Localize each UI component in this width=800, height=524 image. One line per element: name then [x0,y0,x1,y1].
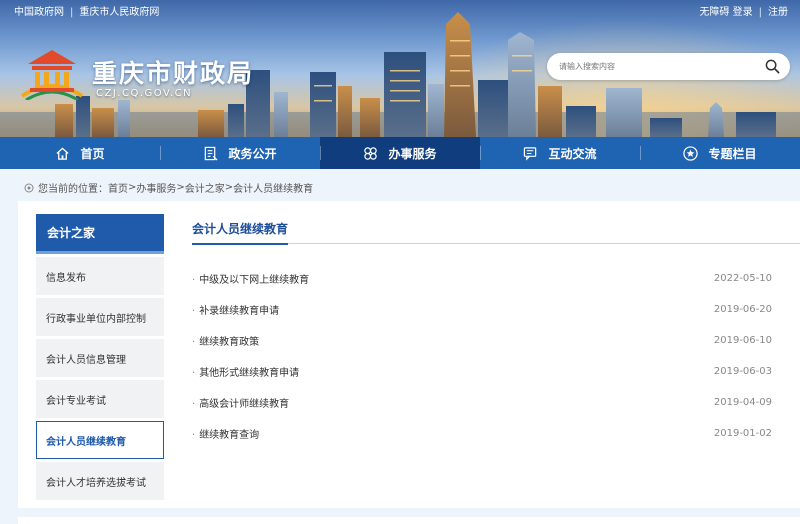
register-link[interactable]: 注册 [768,7,788,18]
article-title: 继续教育政策 [199,337,260,348]
location-icon [24,183,34,192]
nav-government-affairs[interactable]: 政务公开 [160,137,320,169]
accessibility-link[interactable]: 无障碍 [699,7,729,18]
bullet: · [192,306,196,317]
breadcrumb-accounting-home[interactable]: 会计之家 [185,180,225,195]
sidebar-item-continuing-education[interactable]: 会计人员继续教育 [36,421,164,459]
article-title: 高级会计师继续教育 [199,399,290,410]
breadcrumb-current[interactable]: 会计人员继续教育 [233,180,313,195]
sidebar-item-info-release[interactable]: 信息发布 [36,257,164,295]
article-link[interactable]: · 继续教育查询 [192,426,259,441]
site-domain: CZJ.CQ.GOV.CN [96,88,193,99]
article-list: · 中级及以下网上继续教育 2022-05-10 · 补录继续教育申请 2019-0… [192,263,800,449]
nav-special-topics[interactable]: 专题栏目 [640,137,800,169]
article-title: 继续教育查询 [199,430,260,441]
main-nav: 首页 政务公开 办事服务 互动交流 专题栏目 [0,137,800,169]
breadcrumb-home[interactable]: 首页 [108,180,128,195]
article-link[interactable]: · 其他形式继续教育申请 [192,364,299,379]
sidebar-title: 会计之家 [36,214,164,254]
search-icon[interactable] [765,59,780,74]
content-area: 会计人员继续教育 · 中级及以下网上继续教育 2022-05-10 · 补录继续教育… [192,220,800,449]
article-date: 2019-01-02 [713,428,772,439]
chat-icon [524,146,537,161]
article-date: 2019-06-10 [713,335,772,346]
sidebar: 会计之家 信息发布 行政事业单位内部控制 会计人员信息管理 会计专业考试 会计人… [36,214,164,500]
breadcrumb-separator: > [176,182,185,193]
nav-services[interactable]: 办事服务 [320,137,480,169]
nav-label: 首页 [80,146,105,161]
sidebar-item-professional-exam[interactable]: 会计专业考试 [36,380,164,418]
home-icon [56,146,70,160]
list-item: · 继续教育政策 2019-06-10 [192,325,800,356]
breadcrumb-separator: > [128,182,137,193]
article-link[interactable]: · 补录继续教育申请 [192,302,279,317]
list-item: · 其他形式继续教育申请 2019-06-03 [192,356,800,387]
star-icon [683,145,699,161]
top-links-left: 中国政府网 | 重庆市人民政府网 [14,3,159,18]
bullet: · [192,399,196,410]
nav-label: 互动交流 [548,146,597,161]
article-date: 2022-05-10 [713,273,772,284]
sidebar-item-talent-selection-exam[interactable]: 会计人才培养选拔考试 [36,462,164,500]
bullet: · [192,337,196,348]
search-box [547,53,790,80]
footer-strip [18,517,800,524]
article-title: 其他形式继续教育申请 [199,368,300,379]
article-title: 中级及以下网上继续教育 [199,275,310,286]
divider: | [70,7,74,18]
bullet: · [192,430,196,441]
main-panel: 会计之家 信息发布 行政事业单位内部控制 会计人员信息管理 会计专业考试 会计人… [18,201,800,508]
article-date: 2019-06-03 [713,366,772,377]
article-title: 补录继续教育申请 [199,306,280,317]
bullet: · [192,368,196,379]
nav-interaction[interactable]: 互动交流 [480,137,640,169]
article-link[interactable]: · 高级会计师继续教育 [192,395,289,410]
article-link[interactable]: · 继续教育政策 [192,333,259,348]
link-cq-gov[interactable]: 重庆市人民政府网 [79,7,159,18]
bullet: · [192,275,196,286]
nav-label: 办事服务 [388,146,437,161]
nav-home[interactable]: 首页 [0,137,160,169]
site-title: 重庆市财政局 [92,59,255,88]
sidebar-item-internal-control[interactable]: 行政事业单位内部控制 [36,298,164,336]
sidebar-item-info-management[interactable]: 会计人员信息管理 [36,339,164,377]
finance-bureau-logo [20,50,84,100]
article-date: 2019-04-09 [713,397,772,408]
breadcrumb-prefix: 您当前的位置： [38,184,108,195]
breadcrumb-separator: > [224,182,234,193]
list-item: · 高级会计师继续教育 2019-04-09 [192,387,800,418]
article-link[interactable]: · 中级及以下网上继续教育 [192,271,309,286]
search-input[interactable] [559,59,759,74]
list-item: · 中级及以下网上继续教育 2022-05-10 [192,263,800,294]
link-gov-cn[interactable]: 中国政府网 [14,7,64,18]
document-icon [205,146,219,161]
nav-label: 政务公开 [228,146,277,161]
breadcrumb: 您当前的位置： 首页 > 办事服务 > 会计之家 > 会计人员继续教育 [24,180,313,195]
list-item: · 继续教育查询 2019-01-02 [192,418,800,449]
top-links-right: 无障碍 登录 | 注册 [699,3,788,18]
divider: | [758,7,762,18]
header-banner: 中国政府网 | 重庆市人民政府网 无障碍 登录 | 注册 重庆市财政局 CZJ.CQ.G… [0,0,800,137]
list-item: · 补录继续教育申请 2019-06-20 [192,294,800,325]
breadcrumb-services[interactable]: 办事服务 [136,180,176,195]
nav-label: 专题栏目 [708,146,757,161]
article-date: 2019-06-20 [713,304,772,315]
login-link[interactable]: 登录 [733,7,753,18]
content-title: 会计人员继续教育 [192,220,289,245]
service-icon [364,146,378,160]
